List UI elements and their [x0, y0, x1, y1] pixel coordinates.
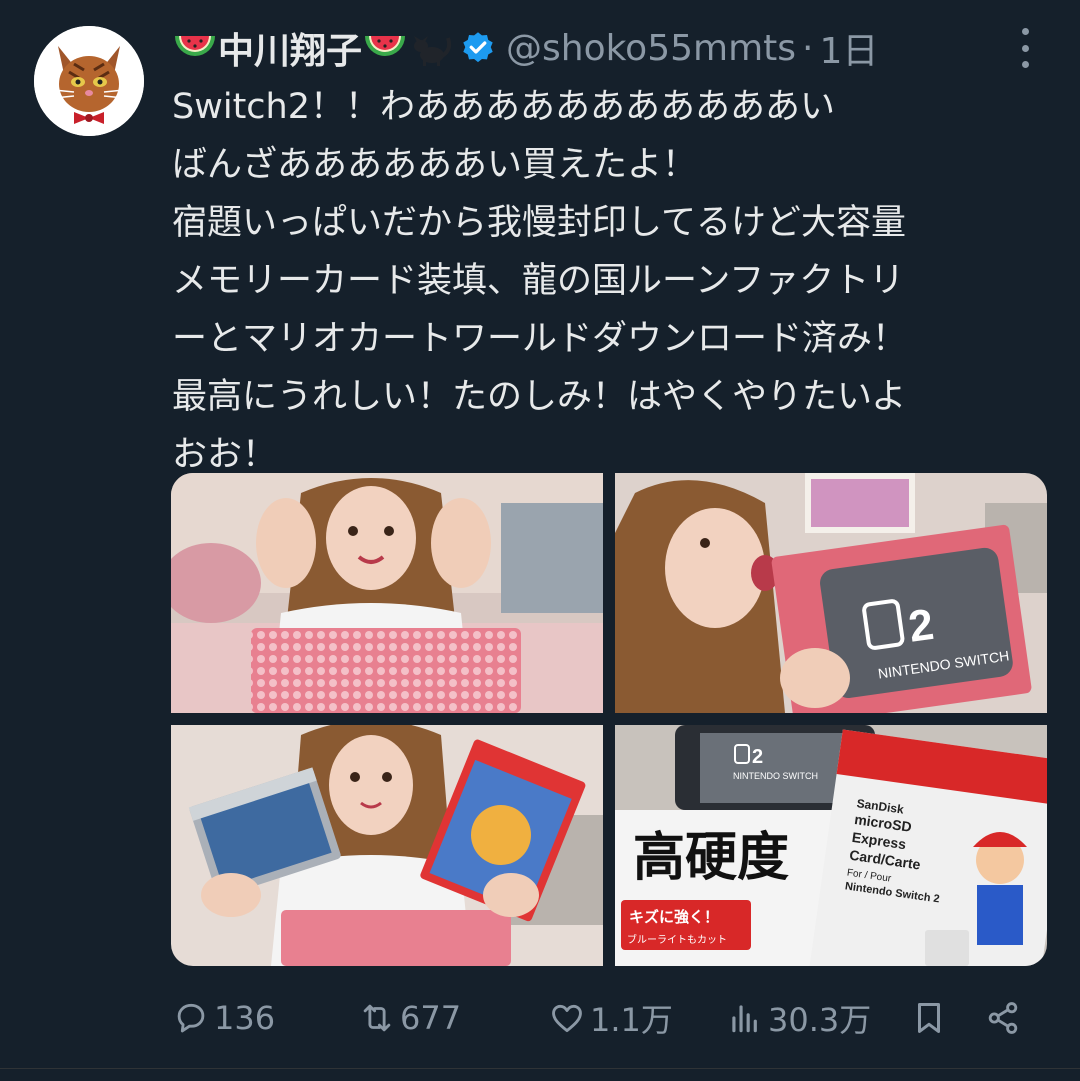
author-display-name[interactable]: 中川翔子	[218, 22, 362, 74]
share-icon	[988, 1002, 1018, 1034]
media-grid: 2 NINTENDO SWITCH 2 NINTENDO SWITCH 高硬度 …	[171, 473, 1047, 966]
protector-big-text: 高硬度	[633, 828, 789, 888]
more-options-icon[interactable]	[1018, 28, 1032, 68]
tweet-text-line: Switch2！！わあああああああああああい	[172, 87, 835, 127]
photo-games-image	[171, 725, 603, 966]
heart-icon	[552, 1004, 582, 1033]
share-button[interactable]	[984, 992, 1026, 1044]
retweet-icon	[363, 1004, 391, 1032]
like-count: 1.1万	[590, 1001, 673, 1039]
tweet-text-line: ばんざああああああい買えたよ！	[172, 145, 698, 185]
views-button[interactable]: 30.3万	[726, 992, 871, 1044]
photo-accessories-image: 2 NINTENDO SWITCH 高硬度 キズに強く！ ブルーライトもカット …	[615, 725, 1047, 966]
reply-icon	[177, 1003, 205, 1033]
like-button[interactable]: 1.1万	[548, 992, 673, 1044]
tweet-text-line: 宿題いっぱいだから我慢封印してるけど大容量	[172, 203, 906, 243]
retweet-count: 677	[400, 999, 462, 1037]
photo-switch-box-image: 2 NINTENDO SWITCH	[615, 473, 1047, 713]
cat-avatar-icon	[34, 26, 144, 136]
photo-1[interactable]	[171, 473, 603, 713]
views-count: 30.3万	[768, 1001, 872, 1039]
reply-count: 136	[214, 999, 276, 1037]
bookmark-button[interactable]	[910, 992, 952, 1044]
header-separator: ·	[802, 27, 814, 69]
tweet-text-line: メモリーカード装填、龍の国ルーンファクトリ	[172, 261, 905, 301]
author-handle[interactable]: @shoko55mmts	[506, 28, 796, 69]
reply-button[interactable]: 136	[172, 992, 275, 1044]
retweet-button[interactable]: 677	[358, 992, 461, 1044]
bookmark-icon	[917, 1003, 941, 1033]
tweet-header: 中川翔子 @shoko55mmts · 1日	[172, 22, 1060, 74]
divider	[0, 1068, 1080, 1069]
photo-4[interactable]: 2 NINTENDO SWITCH 高硬度 キズに強く！ ブルーライトもカット …	[615, 725, 1047, 966]
views-chart-icon	[732, 1005, 757, 1033]
svg-text:2: 2	[752, 746, 763, 768]
verified-badge-icon	[463, 32, 493, 63]
protector-sub-text-2: ブルーライトもカット	[627, 933, 727, 946]
avatar[interactable]	[34, 26, 144, 136]
photo-woman-hands-image	[171, 473, 603, 713]
action-bar: 136 677 1.1万 30.3万	[172, 992, 1052, 1044]
watermelon-icon	[365, 36, 406, 56]
tweet-text-line: 最高にうれしい！たのしみ！はやくやりたいよ	[172, 377, 907, 417]
tweet-timestamp[interactable]: 1日	[819, 22, 878, 74]
tweet-text: Switch2！！わあああああああああああい ばんざああああああい買えたよ！ 宿…	[172, 78, 1062, 484]
protector-sub-text: キズに強く！	[629, 908, 719, 926]
watermelon-icon	[175, 36, 215, 56]
photo-4-top-label: NINTENDO SWITCH	[733, 771, 818, 781]
photo-2[interactable]: 2 NINTENDO SWITCH	[615, 473, 1047, 713]
photo-3[interactable]	[171, 725, 603, 966]
tweet-text-line: ーとマリオカートワールドダウンロード済み！	[172, 319, 908, 359]
black-cat-icon	[414, 36, 452, 66]
